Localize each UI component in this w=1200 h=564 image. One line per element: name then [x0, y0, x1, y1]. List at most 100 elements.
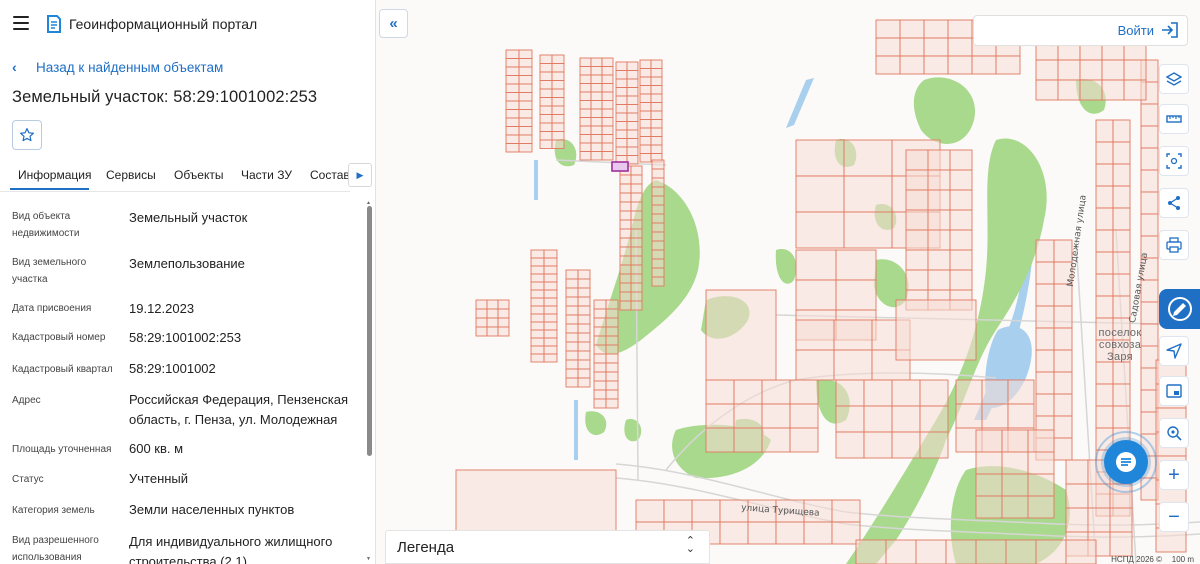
parcel[interactable] [619, 174, 632, 185]
parcel[interactable] [543, 321, 558, 331]
parcel[interactable] [630, 246, 643, 257]
parcel[interactable] [593, 398, 607, 409]
parcel[interactable] [1140, 103, 1159, 127]
parcel[interactable] [1065, 483, 1089, 509]
parcel[interactable] [565, 350, 579, 361]
parcel[interactable] [923, 55, 949, 75]
parcel[interactable] [705, 403, 735, 429]
parcel[interactable] [1001, 429, 1029, 453]
parcel[interactable] [615, 121, 628, 131]
parcel[interactable] [565, 296, 579, 307]
parcel[interactable] [615, 61, 628, 71]
parcel[interactable] [605, 389, 619, 400]
parcel[interactable] [551, 97, 565, 107]
parcel[interactable] [1140, 169, 1159, 193]
parcel[interactable] [795, 249, 837, 281]
parcel[interactable] [1079, 79, 1103, 101]
parcel[interactable] [579, 66, 592, 76]
parcel[interactable] [565, 377, 579, 388]
parcel[interactable] [927, 229, 951, 251]
parcel[interactable] [891, 431, 921, 459]
selected-parcel[interactable] [611, 161, 629, 172]
parcel[interactable] [518, 117, 533, 127]
parcel[interactable] [590, 66, 603, 76]
parcel[interactable] [875, 55, 901, 75]
scroll-down-arrow-icon[interactable]: ▼ [366, 556, 371, 562]
parcel[interactable] [1101, 79, 1125, 101]
parcel[interactable] [497, 317, 510, 328]
parcel[interactable] [650, 119, 663, 129]
parcel[interactable] [630, 165, 643, 176]
parcel[interactable] [626, 87, 639, 97]
parcel[interactable] [601, 66, 614, 76]
parcel[interactable] [579, 91, 592, 101]
parcel[interactable] [1053, 349, 1073, 373]
parcel[interactable] [518, 66, 533, 76]
parcel[interactable] [486, 299, 499, 310]
parcel[interactable] [601, 134, 614, 144]
parcel[interactable] [733, 403, 763, 429]
parcel[interactable] [626, 112, 639, 122]
parcel[interactable] [975, 495, 1003, 519]
parcel[interactable] [505, 126, 520, 136]
parcel[interactable] [530, 305, 545, 315]
parcel[interactable] [1112, 295, 1131, 319]
parcel[interactable] [626, 61, 639, 71]
parcel[interactable] [1053, 305, 1073, 329]
parcel[interactable] [577, 314, 591, 325]
parcel[interactable] [905, 249, 929, 271]
parcel[interactable] [705, 379, 735, 405]
tab-composition[interactable]: Состав [310, 168, 350, 182]
parcel[interactable] [630, 264, 643, 275]
parcel[interactable] [543, 337, 558, 347]
parcel[interactable] [650, 136, 663, 146]
parcel[interactable] [949, 269, 973, 291]
parcel[interactable] [1001, 451, 1029, 475]
parcel[interactable] [593, 308, 607, 319]
properties-scrollbar[interactable]: ▲ ▼ [366, 200, 373, 564]
parcel[interactable] [605, 326, 619, 337]
parcel[interactable] [590, 108, 603, 118]
parcel[interactable] [927, 249, 951, 271]
parcel[interactable] [905, 229, 929, 251]
parcel[interactable] [1035, 539, 1067, 564]
parcel[interactable] [1140, 191, 1159, 215]
parcel[interactable] [551, 105, 565, 115]
parcel[interactable] [905, 269, 929, 291]
parcel[interactable] [1112, 207, 1131, 231]
parcel[interactable] [565, 368, 579, 379]
parcel[interactable] [539, 71, 553, 81]
parcel[interactable] [593, 380, 607, 391]
parcel[interactable] [1027, 495, 1055, 519]
parcel[interactable] [619, 282, 632, 293]
parcel[interactable] [831, 499, 861, 523]
parcel[interactable] [761, 403, 791, 429]
parcel[interactable] [789, 403, 819, 429]
parcel[interactable] [577, 377, 591, 388]
parcel[interactable] [639, 119, 652, 129]
parcel[interactable] [1035, 327, 1055, 351]
parcel[interactable] [543, 305, 558, 315]
parcel[interactable] [505, 109, 520, 119]
parcel[interactable] [615, 87, 628, 97]
parcel[interactable] [539, 80, 553, 90]
parcel[interactable] [761, 427, 791, 453]
parcel[interactable] [651, 177, 665, 188]
parcel[interactable] [590, 151, 603, 161]
parcel[interactable] [505, 92, 520, 102]
parcel[interactable] [551, 114, 565, 124]
parcel[interactable] [605, 362, 619, 373]
parcel[interactable] [601, 125, 614, 135]
parcel[interactable] [601, 57, 614, 67]
parcel[interactable] [626, 70, 639, 80]
parcel[interactable] [577, 269, 591, 280]
parcel[interactable] [605, 344, 619, 355]
parcel[interactable] [1053, 415, 1073, 439]
tab-parts[interactable]: Части ЗУ [241, 168, 292, 182]
parcel[interactable] [915, 539, 947, 564]
parcel[interactable] [551, 54, 565, 64]
parcel[interactable] [835, 249, 877, 281]
parcel[interactable] [579, 117, 592, 127]
parcel[interactable] [1001, 495, 1029, 519]
add-to-favorites-button[interactable] [12, 120, 42, 150]
